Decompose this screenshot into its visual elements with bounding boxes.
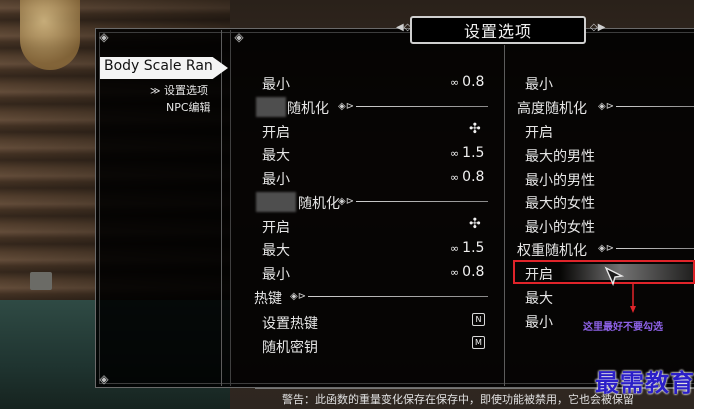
page-margin [694,0,715,409]
height-random-header: 高度随机化 [517,101,587,117]
annotation-text: 这里最好不要勾选 [583,322,663,333]
header-line [356,201,488,202]
pot-decoration [30,272,52,290]
horn-decoration [20,0,80,70]
blurred-text [256,192,296,212]
corner-ornament-icon: ◈ [99,372,109,386]
min-male-label[interactable]: 最小的男性 [525,170,595,190]
selected-diamond-icon: ≫ [150,86,161,97]
annotation-arrow-icon [630,284,636,313]
right-min-label[interactable]: 最小 [525,74,553,94]
menu-divider [221,30,222,386]
header-ornament-icon: ◈⊳ [290,291,307,302]
header-ornament-icon: ◈⊳ [598,243,615,254]
left-min-3-value[interactable]: ∞ 0.8 [450,264,484,280]
left-max-1-number: 1.5 [462,145,485,161]
weight-random-header: 权重随机化 [517,243,587,259]
left-max-2-number: 1.5 [462,240,485,256]
weight-min-label[interactable]: 最小 [525,312,553,332]
weight-enable-label[interactable]: 开启 [525,264,553,284]
header-ornament-icon: ◈⊳ [598,101,615,112]
toggle-off-icon[interactable]: ✣ [469,216,481,232]
title-right-ornament-icon: ◇▶ [590,22,606,33]
weight-max-label[interactable]: 最大 [525,288,553,308]
warning-text: 警告：此函数的重量变化保存在保存中，即使功能被禁用，它也会被保留 [282,393,634,406]
header-ornament-icon: ◈⊳ [338,101,355,112]
slider-icon: ∞ [450,266,460,279]
sidebar-item-npc-edit[interactable]: NPC编辑 [166,99,211,115]
left-min-2-value[interactable]: ∞ 0.8 [450,169,484,185]
header-line [356,106,488,107]
left-min-2-label[interactable]: 最小 [262,169,290,189]
height-enable-label[interactable]: 开启 [525,122,553,142]
column-divider [504,45,505,386]
sidebar-item-settings[interactable]: ≫ 设置选项 [150,82,208,98]
page-title: 设置选项 [410,16,586,44]
max-female-label[interactable]: 最大的女性 [525,193,595,213]
header-line [616,248,694,249]
watermark-logo: 最需教育 [595,368,695,397]
left-min-1-value[interactable]: ∞ 0.8 [450,74,484,90]
set-hotkey-label[interactable]: 设置热键 [262,313,318,333]
header-ornament-icon: ◈⊳ [338,196,355,207]
left-max-1-value[interactable]: ∞ 1.5 [450,145,484,161]
left-enable-2-label[interactable]: 开启 [262,217,290,237]
header-line [616,106,694,107]
random-key-label[interactable]: 随机密钥 [262,337,318,357]
toggle-off-icon[interactable]: ✣ [469,121,481,137]
slider-icon: ∞ [450,76,460,89]
corner-ornament-icon: ◈ [99,30,109,44]
left-min-1-number: 0.8 [462,74,485,90]
left-min-1-label[interactable]: 最小 [262,74,290,94]
sidebar-item-label: NPC编辑 [166,101,211,114]
sidebar-item-label: 设置选项 [163,84,208,97]
mouse-cursor-icon [604,266,624,286]
left-min-3-label[interactable]: 最小 [262,264,290,284]
key-m-icon[interactable]: M [472,336,485,349]
corner-ornament-icon: ◈ [234,30,244,44]
header-line [308,296,488,297]
left-max-2-label[interactable]: 最大 [262,240,290,260]
slider-icon: ∞ [450,147,460,160]
min-female-label[interactable]: 最小的女性 [525,217,595,237]
left-min-2-number: 0.8 [462,169,485,185]
left-max-2-value[interactable]: ∞ 1.5 [450,240,484,256]
blurred-text [256,97,286,117]
left-header-1: 随机化 [287,101,329,117]
mod-name[interactable]: Body Scale Ran [104,58,213,74]
left-max-1-label[interactable]: 最大 [262,145,290,165]
slider-icon: ∞ [450,171,460,184]
max-male-label[interactable]: 最大的男性 [525,146,595,166]
slider-icon: ∞ [450,242,460,255]
page-title-text: 设置选项 [463,22,532,41]
left-header-hotkey: 热键 [254,291,282,307]
left-header-2: 随机化 [298,196,340,212]
left-enable-1-label[interactable]: 开启 [262,122,290,142]
key-n-icon[interactable]: N [472,313,485,326]
menu-divider-inner [230,30,231,386]
left-min-3-number: 0.8 [462,264,485,280]
